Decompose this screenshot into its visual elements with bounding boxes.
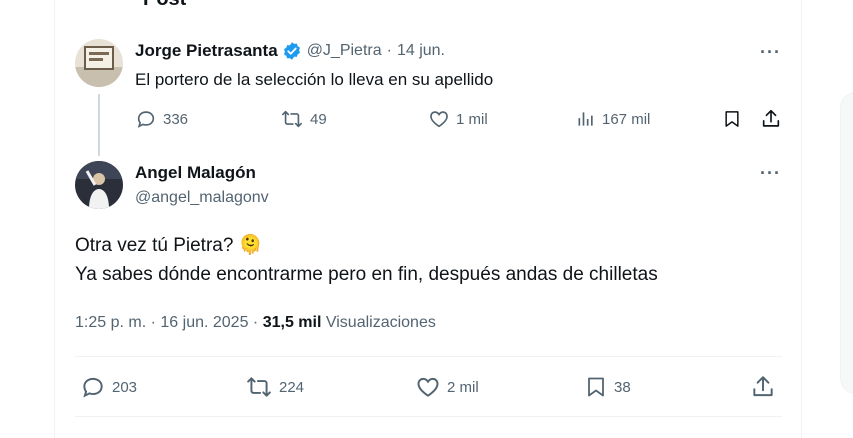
- dot-separator: ·: [252, 314, 259, 331]
- author-handle[interactable]: @J_Pietra: [307, 42, 382, 60]
- views-button[interactable]: 167 mil: [576, 108, 650, 130]
- views-label: Visualizaciones: [325, 314, 436, 331]
- views-count: 31,5 mil: [262, 314, 322, 331]
- author-handle[interactable]: @angel_malagonv: [135, 189, 269, 207]
- timeline-column: [54, 0, 802, 438]
- retweet-button[interactable]: 224: [245, 374, 304, 400]
- thread-connector-line: [98, 94, 100, 156]
- bookmark-button[interactable]: [722, 108, 742, 130]
- more-options-icon[interactable]: ···: [760, 42, 781, 63]
- dot-separator: ·: [386, 42, 392, 59]
- bookmark-count: 38: [614, 378, 631, 396]
- retweet-count: 49: [310, 110, 327, 128]
- dot-separator: ·: [150, 314, 156, 331]
- main-author-row: Angel Malagón: [135, 163, 256, 183]
- reply-count: 203: [112, 378, 138, 396]
- quoted-author-row: Jorge Pietrasanta @J_Pietra · 14 jun.: [135, 41, 445, 61]
- retweet-count: 224: [279, 378, 305, 396]
- retweet-button[interactable]: 49: [280, 108, 327, 130]
- angel-avatar[interactable]: [75, 161, 123, 209]
- heart-icon: [417, 377, 439, 397]
- divider-top: [75, 356, 782, 357]
- reply-icon: [83, 377, 103, 398]
- heart-icon: [430, 111, 448, 128]
- sidebar-card-edge: [840, 92, 853, 394]
- share-icon: [753, 376, 773, 397]
- verified-badge-icon: [283, 42, 300, 60]
- tweet-time[interactable]: 1:25 p. m.: [75, 314, 146, 331]
- share-button[interactable]: [760, 108, 782, 130]
- bookmark-icon: [588, 377, 604, 397]
- reply-button[interactable]: 203: [80, 374, 137, 400]
- tweet-date[interactable]: 16 jun. 2025: [160, 314, 248, 331]
- reply-button[interactable]: 336: [135, 108, 188, 130]
- more-options-icon[interactable]: ···: [760, 163, 781, 184]
- bookmark-icon: [725, 111, 739, 127]
- author-name[interactable]: Angel Malagón: [135, 163, 256, 183]
- views-chart-icon: [578, 112, 593, 126]
- retweet-icon: [247, 377, 271, 397]
- share-button[interactable]: [750, 374, 776, 400]
- like-count: 2 mil: [447, 378, 479, 396]
- share-icon: [762, 109, 780, 127]
- page-title-cutoff: Post: [143, 0, 186, 11]
- like-button[interactable]: 2 mil: [415, 374, 479, 400]
- tweet-meta: 1:25 p. m. · 16 jun. 2025 · 31,5 mil Vis…: [75, 314, 436, 332]
- bookmark-button[interactable]: 38: [584, 374, 631, 400]
- like-button[interactable]: 1 mil: [428, 108, 488, 130]
- retweet-icon: [282, 110, 302, 128]
- reply-icon: [137, 111, 155, 128]
- views-count: 167 mil: [602, 110, 651, 128]
- tweet-text-line-2: Ya sabes dónde encontrarme pero en fin, …: [75, 264, 658, 285]
- tweet-text-line-1: Otra vez tú Pietra? 🫠: [75, 235, 263, 256]
- quoted-tweet-text: El portero de la selección lo lleva en s…: [135, 70, 494, 89]
- reply-count: 336: [163, 110, 189, 128]
- tweet-date[interactable]: 14 jun.: [397, 42, 445, 60]
- divider-bottom: [75, 416, 782, 417]
- like-count: 1 mil: [456, 110, 488, 128]
- jorge-avatar[interactable]: [75, 39, 123, 87]
- author-name[interactable]: Jorge Pietrasanta: [135, 41, 278, 61]
